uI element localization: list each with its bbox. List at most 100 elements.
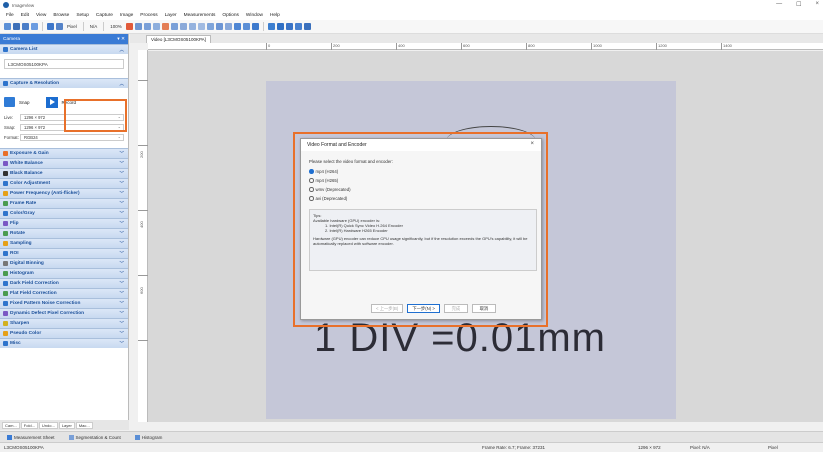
section-camera-list[interactable]: Camera List ︿ [0, 44, 128, 54]
polygon-icon[interactable] [206, 23, 214, 30]
calibration-select[interactable]: N/A [90, 24, 98, 29]
section-color-adjustment[interactable]: Color Adjustment ﹀ [0, 178, 128, 188]
curve-icon[interactable] [215, 23, 223, 30]
menu-window[interactable]: Window [246, 13, 263, 18]
section-power-frequency-anti-flicker[interactable]: Power Frequency (Anti-flicker) ﹀ [0, 188, 128, 198]
arrow-icon[interactable] [233, 23, 241, 30]
snap-button[interactable]: Snap [4, 97, 30, 107]
section-icon [3, 211, 8, 216]
section-fixed-pattern-noise-correction[interactable]: Fixed Pattern Noise Correction ﹀ [0, 298, 128, 308]
window-icon[interactable] [303, 23, 311, 30]
record-icon [45, 96, 58, 108]
chevron-down-icon: ﹀ [119, 150, 125, 156]
section-dynamic-defect-pixel-correction[interactable]: Dynamic Defect Pixel Correction ﹀ [0, 308, 128, 318]
ruler-left-label-600: 600 [139, 287, 144, 294]
chevron-down-icon: ﹀ [119, 210, 125, 216]
menu-capture[interactable]: Capture [96, 13, 113, 18]
chevron-down-icon: ﹀ [119, 170, 125, 176]
layout-icon[interactable] [267, 23, 275, 30]
menu-options[interactable]: Options [222, 13, 239, 18]
section-digital-binning[interactable]: Digital Binning ﹀ [0, 258, 128, 268]
tab-histogram[interactable]: Histogram [132, 434, 166, 440]
ruler-label-200: 200 [333, 43, 340, 48]
section-frame-rate[interactable]: Frame Rate ﹀ [0, 198, 128, 208]
section-pseudo-color[interactable]: Pseudo Color ﹀ [0, 328, 128, 338]
section-white-balance[interactable]: White Balance ﹀ [0, 158, 128, 168]
table-icon[interactable] [276, 23, 284, 30]
section-black-balance[interactable]: Black Balance ﹀ [0, 168, 128, 178]
section-icon [3, 191, 8, 196]
section-dark-field-correction[interactable]: Dark Field Correction ﹀ [0, 278, 128, 288]
section-sampling[interactable]: Sampling ﹀ [0, 238, 128, 248]
section-exposure-gain[interactable]: Exposure & Gain ﹀ [0, 148, 128, 158]
tab-camera[interactable]: Cam... [2, 421, 20, 429]
section-icon [3, 241, 8, 246]
panel-pin-icon[interactable]: ▾ ✕ [117, 37, 125, 42]
menu-browse[interactable]: Browse [53, 13, 69, 18]
section-roi[interactable]: ROI ﹀ [0, 248, 128, 258]
menu-image[interactable]: Image [120, 13, 133, 18]
section-icon [3, 151, 8, 156]
scale-bar-icon[interactable] [242, 23, 250, 30]
histogram-icon [134, 434, 140, 440]
open-icon[interactable] [13, 23, 20, 30]
new-icon[interactable] [4, 23, 11, 30]
text-icon[interactable] [224, 23, 232, 30]
save-icon[interactable] [22, 23, 29, 30]
menu-process[interactable]: Process [140, 13, 157, 18]
tab-layer[interactable]: Layer [58, 421, 75, 429]
section-icon [3, 171, 8, 176]
grid-icon[interactable] [31, 23, 38, 30]
video-tab[interactable]: Video [L3CMOS05100KPA] [146, 35, 211, 43]
menu-edit[interactable]: Edit [21, 13, 29, 18]
section-capture-resolution[interactable]: Capture & Resolution ︿ [0, 78, 128, 88]
menu-setup[interactable]: Setup [76, 13, 89, 18]
status-unit: Pixel [768, 445, 778, 450]
tab-undo[interactable]: Undo... [38, 421, 58, 429]
section-icon [3, 341, 8, 346]
format-select[interactable]: RGB24 [20, 134, 124, 141]
compare-icon[interactable] [56, 23, 63, 30]
maximize-button[interactable]: ☐ [796, 1, 801, 8]
section-flat-field-correction[interactable]: Flat Field Correction ﹀ [0, 288, 128, 298]
chevron-down-icon: ﹀ [119, 190, 125, 196]
ellipse-icon[interactable] [197, 23, 205, 30]
section-histogram[interactable]: Histogram ﹀ [0, 268, 128, 278]
tab-segmentation-count[interactable]: Segmentation & Count [66, 434, 124, 440]
section-misc[interactable]: Misc ﹀ [0, 338, 128, 348]
pointer-icon[interactable] [134, 23, 142, 30]
close-window-button[interactable]: × [815, 1, 819, 8]
record-toolbar-icon[interactable] [125, 23, 133, 30]
ruler-label-1200: 1200 [658, 43, 667, 48]
ruler-left: 200 400 600 [138, 50, 148, 422]
measure-icon[interactable] [170, 23, 178, 30]
menu-view[interactable]: View [36, 13, 46, 18]
chart-icon[interactable] [251, 23, 259, 30]
tile-icon[interactable] [285, 23, 293, 30]
tab-measurement-sheet[interactable]: Measurement Sheet [4, 434, 58, 440]
tag-icon[interactable] [294, 23, 302, 30]
minimize-button[interactable]: — [776, 1, 782, 8]
zoom-select[interactable]: 100% [110, 24, 122, 29]
section-flip[interactable]: Flip ﹀ [0, 218, 128, 228]
menu-file[interactable]: File [6, 13, 14, 18]
ruler-label-1400: 1400 [723, 43, 732, 48]
circle-icon[interactable] [188, 23, 196, 30]
tab-folder[interactable]: Fold... [20, 421, 38, 429]
menu-measurements[interactable]: Measurements [184, 13, 216, 18]
tab-macro[interactable]: Mac... [75, 421, 93, 429]
rect-icon[interactable] [179, 23, 187, 30]
section-rotate[interactable]: Rotate ﹀ [0, 228, 128, 238]
pen-icon[interactable] [161, 23, 169, 30]
menu-help[interactable]: Help [270, 13, 280, 18]
section-sharpen[interactable]: Sharpen ﹀ [0, 318, 128, 328]
menu-layer[interactable]: Layer [165, 13, 177, 18]
image-icon[interactable] [47, 23, 54, 30]
unit-select[interactable]: Pixel [67, 24, 77, 29]
sheet-icon [7, 434, 12, 440]
line-icon[interactable] [143, 23, 151, 30]
angle-icon[interactable] [152, 23, 160, 30]
section-color-gray[interactable]: Color/Gray ﹀ [0, 208, 128, 218]
camera-list-item[interactable]: L3CMOS05100KPA [4, 59, 124, 69]
chevron-down-icon: ﹀ [119, 280, 125, 286]
